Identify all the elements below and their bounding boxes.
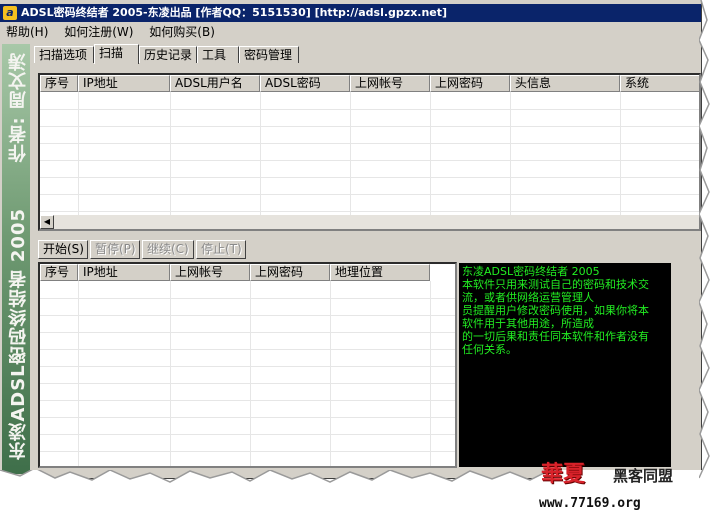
stop-button[interactable]: 停止(T) <box>196 240 246 259</box>
main-window: a ADSL密码终结者 2005-东凌出品 [作者QQ：5151530] [htt… <box>0 0 702 479</box>
start-button[interactable]: 开始(S) <box>38 240 88 259</box>
info-line: 流，或者供网络运营管理人 <box>462 291 594 304</box>
menu-bar: 帮助(H) 如何注册(W) 如何购买(B) <box>0 22 701 42</box>
watermark-logo: 華夏 黑客同盟 www.77169.org <box>533 452 719 517</box>
info-line: 的一切后果和责任同本软件和作者没有 <box>462 330 649 343</box>
host-col-index[interactable]: 序号 <box>40 264 78 281</box>
col-adsl-password[interactable]: ADSL密码 <box>260 75 350 92</box>
tab-scan-options[interactable]: 扫描选项 <box>34 46 94 63</box>
host-col-password[interactable]: 上网密码 <box>250 264 330 281</box>
info-line: 软件用于其他用途，所造成 <box>462 317 594 330</box>
col-system[interactable]: 系统 <box>620 75 699 92</box>
watermark-url: www.77169.org <box>539 496 641 511</box>
menu-buy[interactable]: 如何购买(B) <box>143 22 221 42</box>
app-icon: a <box>3 6 17 20</box>
col-ip[interactable]: IP地址 <box>78 75 170 92</box>
col-account-password[interactable]: 上网密码 <box>430 75 510 92</box>
sidebar-product-text: 东凌ADSL密码终结者 2005 <box>8 208 29 460</box>
col-adsl-user[interactable]: ADSL用户名 <box>170 75 260 92</box>
menu-help[interactable]: 帮助(H) <box>0 22 54 42</box>
scroll-left-icon[interactable]: ◀ <box>40 215 54 229</box>
tab-history[interactable]: 历史记录 <box>139 46 197 63</box>
col-index[interactable]: 序号 <box>40 75 78 92</box>
watermark-brand: 華夏 <box>541 461 586 487</box>
continue-button[interactable]: 继续(C) <box>142 240 194 259</box>
host-col-location[interactable]: 地理位置 <box>330 264 430 281</box>
host-col-ip[interactable]: IP地址 <box>78 264 170 281</box>
results-list[interactable]: 序号 IP地址 ADSL用户名 ADSL密码 上网帐号 上网密码 头信息 系统 … <box>38 73 701 231</box>
window-title: ADSL密码终结者 2005-东凌出品 [作者QQ：5151530] [http… <box>21 6 448 19</box>
info-line: 东凌ADSL密码终结者 2005 <box>462 265 600 278</box>
title-bar[interactable]: a ADSL密码终结者 2005-东凌出品 [作者QQ：5151530] [htt… <box>0 4 701 22</box>
col-account[interactable]: 上网帐号 <box>350 75 430 92</box>
torn-edge-right <box>699 0 719 479</box>
info-panel: 东凌ADSL密码终结者 2005 本软件只用来测试自己的密码和技术交 流，或者供… <box>459 263 671 467</box>
menu-register[interactable]: 如何注册(W) <box>58 22 139 42</box>
tab-password-manager[interactable]: 密码管理 <box>239 46 299 63</box>
info-line: 任何关系。 <box>462 343 517 356</box>
col-header-info[interactable]: 头信息 <box>510 75 620 92</box>
host-col-account[interactable]: 上网帐号 <box>170 264 250 281</box>
watermark-sub: 黑客同盟 <box>613 467 674 485</box>
results-hscrollbar[interactable]: ◀ <box>40 215 699 229</box>
sidebar-author-text: 作者: 周文涛 <box>8 52 29 163</box>
tab-tools[interactable]: 工具 <box>197 46 239 63</box>
tab-scan[interactable]: 扫描 <box>94 44 139 64</box>
sidebar-banner: 作者: 周文涛 东凌ADSL密码终结者 2005 <box>2 44 30 474</box>
host-list[interactable]: 序号 IP地址 上网帐号 上网密码 地理位置 <box>38 262 457 468</box>
pause-button[interactable]: 暂停(P) <box>90 240 140 259</box>
info-line: 本软件只用来测试自己的密码和技术交 <box>462 278 649 291</box>
info-line: 员提醒用户修改密码使用，如果你将本 <box>462 304 649 317</box>
